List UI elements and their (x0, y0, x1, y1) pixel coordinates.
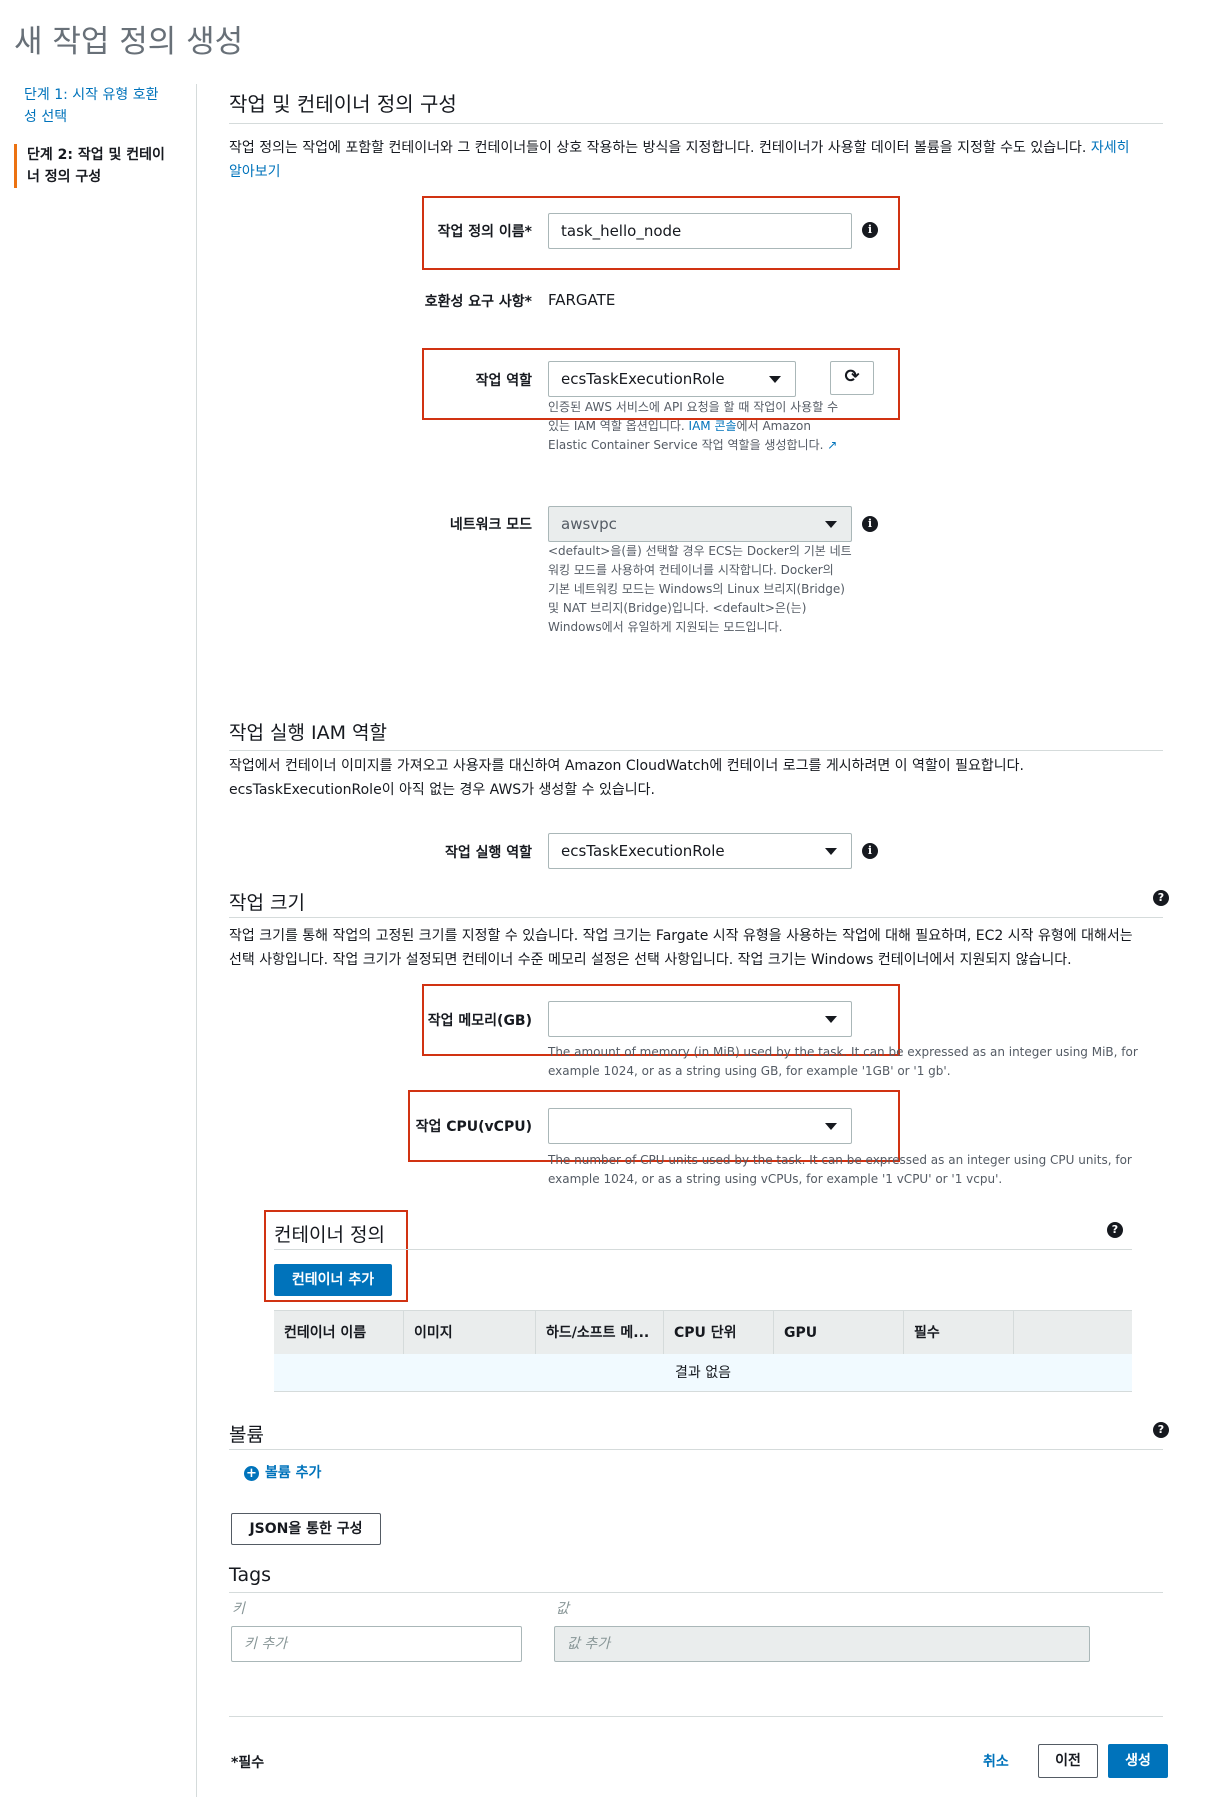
role-hint-line-3: Elastic Container Service 작업 역할을 생성합니다. … (548, 438, 838, 452)
tag-key-input[interactable]: 키 추가 (231, 1626, 522, 1662)
refresh-icon: ⟳ (844, 366, 860, 387)
cpu-hint: The number of CPU units used by the task… (548, 1151, 1148, 1189)
info-icon[interactable]: i (862, 843, 878, 859)
memory-select[interactable] (548, 1001, 852, 1037)
chevron-down-icon (825, 848, 837, 855)
intro-text: 작업 정의는 작업에 포함할 컨테이너와 그 컨테이너들이 상호 작용하는 방식… (229, 136, 1159, 184)
compat-value: FARGATE (548, 291, 616, 309)
role-label: 작업 역할 (475, 373, 532, 389)
sidebar-step-2-line-2: 너 정의 구성 (27, 169, 102, 185)
memory-hint-line-1: The amount of memory (in MiB) used by th… (548, 1045, 1138, 1059)
column-image[interactable]: 이미지 (404, 1311, 536, 1355)
plus-circle-icon: + (244, 1466, 259, 1481)
help-icon[interactable]: ? (1107, 1222, 1123, 1238)
column-cpu[interactable]: CPU 단위 (664, 1311, 774, 1355)
containers-table-header: 컨테이너 이름 이미지 하드/소프트 메... CPU 단위 GPU 필수 (274, 1310, 1132, 1355)
network-select-value: awsvpc (561, 515, 617, 533)
containers-divider (274, 1249, 1132, 1250)
footer-divider (229, 1716, 1163, 1717)
tags-divider (229, 1592, 1163, 1593)
volumes-divider (229, 1449, 1163, 1450)
add-volume-link[interactable]: + 볼륨 추가 (244, 1462, 321, 1482)
info-icon[interactable]: i (862, 222, 878, 238)
size-desc-line-1: 작업 크기를 통해 작업의 고정된 크기를 지정할 수 있습니다. 작업 크기는… (229, 928, 1133, 944)
memory-label: 작업 메모리(GB) (427, 1013, 532, 1029)
chevron-down-icon (825, 521, 837, 528)
role-hint-line-1: 인증된 AWS 서비스에 API 요청을 할 때 작업이 사용할 수 (548, 400, 839, 414)
help-icon[interactable]: ? (1153, 1422, 1169, 1438)
exec-role-label: 작업 실행 역할 (444, 845, 532, 861)
role-hint-line-2: 있는 IAM 역할 옵션입니다. IAM 콘솔에서 Amazon (548, 419, 811, 433)
previous-button[interactable]: 이전 (1038, 1744, 1098, 1778)
network-hint-line-4: 및 NAT 브리지(Bridge)입니다. <default>은(는) (548, 601, 807, 615)
sidebar-step-1[interactable]: 단계 1: 시작 유형 호환 성 선택 (24, 84, 174, 128)
network-label: 네트워크 모드 (449, 517, 532, 533)
network-hint-line-3: 기본 네트워킹 모드는 Windows의 Linux 브리지(Bridge) (548, 582, 845, 596)
tag-value-label: 값 (556, 1601, 569, 1617)
role-select[interactable]: ecsTaskExecutionRole (548, 361, 796, 397)
containers-title: 컨테이너 정의 (274, 1224, 385, 1246)
section-title: 작업 및 컨테이너 정의 구성 (229, 92, 457, 116)
cpu-hint-line-2: example 1024, or as a string using vCPUs… (548, 1172, 1003, 1186)
iam-desc: 작업에서 컨테이너 이미지를 가져오고 사용자를 대신하여 Amazon Clo… (229, 754, 1159, 802)
column-essential[interactable]: 필수 (904, 1311, 1014, 1355)
column-memory[interactable]: 하드/소프트 메... (536, 1311, 664, 1355)
section-divider (229, 123, 1163, 124)
column-container-name[interactable]: 컨테이너 이름 (274, 1311, 404, 1355)
name-input[interactable]: task_hello_node (548, 213, 852, 249)
create-button[interactable]: 생성 (1108, 1744, 1168, 1778)
iam-section-title: 작업 실행 IAM 역할 (229, 722, 387, 744)
network-select: awsvpc (548, 506, 852, 542)
column-gpu[interactable]: GPU (774, 1311, 904, 1355)
exec-role-select[interactable]: ecsTaskExecutionRole (548, 833, 852, 869)
sidebar-divider (196, 84, 197, 1797)
sidebar-step-1-line-2: 성 선택 (24, 109, 68, 125)
tags-title: Tags (229, 1564, 272, 1586)
network-hint-line-5: Windows에서 유일하게 지원되는 모드입니다. (548, 620, 783, 634)
configure-json-button[interactable]: JSON을 통한 구성 (231, 1513, 381, 1545)
cpu-label: 작업 CPU(vCPU) (415, 1119, 532, 1135)
info-icon[interactable]: i (862, 516, 878, 532)
tag-key-label: 키 (232, 1601, 245, 1617)
chevron-down-icon (825, 1123, 837, 1130)
compat-label: 호환성 요구 사항* (424, 294, 532, 310)
tag-value-input[interactable]: 값 추가 (554, 1626, 1090, 1662)
network-hint: <default>을(를) 선택할 경우 ECS는 Docker의 기본 네트 … (548, 542, 868, 637)
intro-body: 작업 정의는 작업에 포함할 컨테이너와 그 컨테이너들이 상호 작용하는 방식… (229, 140, 1087, 156)
sidebar-step-2-line-1: 단계 2: 작업 및 컨테이 (27, 147, 165, 163)
memory-hint: The amount of memory (in MiB) used by th… (548, 1043, 1148, 1081)
iam-divider (229, 750, 1163, 751)
role-hint: 인증된 AWS 서비스에 API 요청을 할 때 작업이 사용할 수 있는 IA… (548, 398, 878, 455)
add-container-button[interactable]: 컨테이너 추가 (274, 1264, 392, 1296)
sidebar-step-1-line-1: 단계 1: 시작 유형 호환 (24, 87, 159, 103)
size-desc: 작업 크기를 통해 작업의 고정된 크기를 지정할 수 있습니다. 작업 크기는… (229, 924, 1159, 972)
external-link-icon[interactable]: ↗ (827, 438, 837, 452)
chevron-down-icon (769, 376, 781, 383)
help-icon[interactable]: ? (1153, 890, 1169, 906)
cancel-link[interactable]: 취소 (983, 1751, 1009, 1771)
memory-hint-line-2: example 1024, or as a string using GB, f… (548, 1064, 951, 1078)
size-desc-line-2: 선택 사항입니다. 작업 크기가 설정되면 컨테이너 수준 메모리 설정은 선택… (229, 952, 1072, 968)
network-hint-line-2: 워킹 모드를 사용하여 컨테이너를 시작합니다. Docker의 (548, 563, 834, 577)
add-volume-label: 볼륨 추가 (265, 1465, 322, 1481)
page-title: 새 작업 정의 생성 (14, 24, 244, 60)
size-divider (229, 917, 1163, 918)
sidebar-step-2: 단계 2: 작업 및 컨테이 너 정의 구성 (14, 144, 174, 188)
chevron-down-icon (825, 1016, 837, 1023)
refresh-button[interactable]: ⟳ (830, 361, 874, 395)
iam-desc-line-1: 작업에서 컨테이너 이미지를 가져오고 사용자를 대신하여 Amazon Clo… (229, 758, 1024, 774)
name-label: 작업 정의 이름* (437, 224, 532, 240)
exec-role-select-value: ecsTaskExecutionRole (561, 842, 725, 860)
size-section-title: 작업 크기 (229, 892, 305, 914)
role-select-value: ecsTaskExecutionRole (561, 370, 725, 388)
containers-table-empty: 결과 없음 (274, 1354, 1132, 1392)
cpu-hint-line-1: The number of CPU units used by the task… (548, 1153, 1132, 1167)
iam-desc-line-2: ecsTaskExecutionRole이 아직 없는 경우 AWS가 생성할 … (229, 782, 655, 798)
cpu-select[interactable] (548, 1108, 852, 1144)
volumes-title: 볼륨 (229, 1424, 264, 1446)
iam-console-link[interactable]: IAM 콘솔 (689, 419, 737, 433)
network-hint-line-1: <default>을(를) 선택할 경우 ECS는 Docker의 기본 네트 (548, 544, 852, 558)
required-note: *필수 (231, 1755, 265, 1771)
